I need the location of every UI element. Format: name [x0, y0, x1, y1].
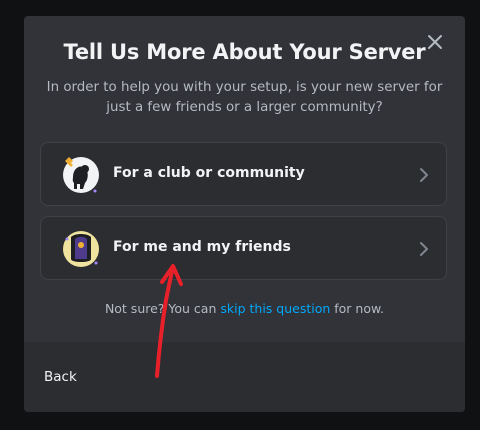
option-label: For a club or community	[113, 165, 305, 181]
modal-title: Tell Us More About Your Server	[63, 40, 426, 64]
option-me-and-friends[interactable]: For me and my friends	[40, 216, 447, 280]
club-community-icon	[61, 155, 101, 195]
friends-icon	[61, 229, 101, 269]
setup-modal: Tell Us More About Your Server In order …	[24, 16, 465, 412]
modal-footer: Back	[24, 342, 465, 412]
option-label: For me and my friends	[113, 239, 291, 255]
chevron-right-icon	[418, 239, 430, 259]
skip-hint: Not sure? You can skip this question for…	[24, 301, 465, 316]
chevron-right-icon	[418, 165, 430, 185]
skip-question-link[interactable]: skip this question	[220, 301, 330, 316]
option-club-community[interactable]: For a club or community	[40, 142, 447, 206]
hint-suffix: for now.	[330, 301, 385, 316]
modal-subtitle: In order to help you with your setup, is…	[46, 80, 443, 115]
back-button[interactable]: Back	[44, 369, 77, 385]
hint-prefix: Not sure? You can	[104, 301, 221, 316]
